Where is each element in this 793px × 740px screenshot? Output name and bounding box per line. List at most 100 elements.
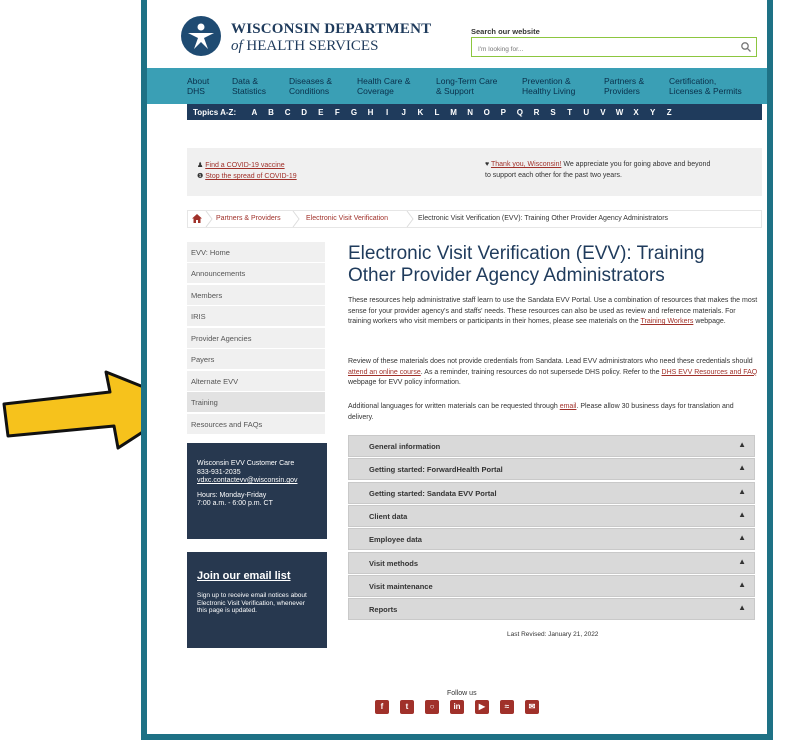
topic-letter-o[interactable]: O — [478, 108, 495, 117]
thank-you-link[interactable]: Thank you, Wisconsin! — [491, 161, 561, 168]
topic-letter-g[interactable]: G — [346, 108, 363, 117]
caret-up-icon: ▲ — [738, 463, 746, 472]
email-request-link[interactable]: email — [560, 403, 577, 410]
nav-health-care-coverage[interactable]: Health Care & Coverage — [357, 76, 410, 96]
topic-letter-l[interactable]: L — [429, 108, 446, 117]
sidebar-item-announcements[interactable]: Announcements — [187, 263, 325, 283]
topic-letter-n[interactable]: N — [462, 108, 479, 117]
sidebar-item-members[interactable]: Members — [187, 285, 325, 305]
accordion-reports[interactable]: Reports ▲ — [348, 598, 755, 620]
topic-letter-k[interactable]: K — [412, 108, 429, 117]
linkedin-icon[interactable]: in — [450, 700, 464, 714]
topic-letter-t[interactable]: T — [561, 108, 578, 117]
thanks-text-2: to support each other for the past two y… — [485, 172, 622, 179]
search-label: Search our website — [471, 27, 540, 36]
accordion-sandata-portal[interactable]: Getting started: Sandata EVV Portal ▲ — [348, 482, 755, 504]
sidebar-item-iris[interactable]: IRIS — [187, 306, 325, 326]
topic-letter-j[interactable]: J — [395, 108, 412, 117]
main-nav: About DHS Data & Statistics Diseases & Cond… — [147, 68, 767, 104]
evv-faq-link[interactable]: DHS EVV Resources and FAQ — [662, 369, 758, 376]
caret-up-icon: ▲ — [738, 440, 746, 449]
nav-long-term-care[interactable]: Long-Term Care & Support — [436, 76, 497, 96]
nav-certification[interactable]: Certification, Licenses & Permits — [669, 76, 742, 96]
accordion-visit-maintenance[interactable]: Visit maintenance ▲ — [348, 575, 755, 597]
topic-letter-w[interactable]: W — [611, 108, 628, 117]
caret-up-icon: ▲ — [738, 557, 746, 566]
crumb-partners[interactable]: Partners & Providers — [216, 215, 281, 222]
topics-az-bar: Topics A-Z: ABCDEFGHIJKLMNOPQRSTUVWXYZ — [187, 104, 762, 120]
accordion-visit-methods[interactable]: Visit methods ▲ — [348, 552, 755, 574]
care-email-link[interactable]: vdxc.contactevv@wisconsin.gov — [197, 477, 327, 486]
accordion-employee-data[interactable]: Employee data ▲ — [348, 528, 755, 550]
topic-letter-h[interactable]: H — [362, 108, 379, 117]
topic-letter-q[interactable]: Q — [512, 108, 529, 117]
care-phone[interactable]: 833-931-2035 — [197, 469, 327, 478]
topic-letter-e[interactable]: E — [312, 108, 329, 117]
sidebar-item-resources-faqs[interactable]: Resources and FAQs — [187, 414, 325, 434]
crumb-evv[interactable]: Electronic Visit Verification — [306, 215, 388, 222]
topic-letter-r[interactable]: R — [528, 108, 545, 117]
topics-label: Topics A-Z: — [193, 107, 237, 117]
nav-about-dhs[interactable]: About DHS — [187, 76, 209, 96]
topic-letter-v[interactable]: V — [595, 108, 612, 117]
info-icon: ❶ — [197, 173, 204, 180]
topic-letter-s[interactable]: S — [545, 108, 562, 117]
search-icon[interactable] — [740, 41, 752, 53]
credentials-paragraph: Review of these materials does not provi… — [348, 358, 758, 386]
brand-line-1[interactable]: WISCONSIN DEPARTMENT — [231, 21, 431, 38]
sidebar-item-alternate-evv[interactable]: Alternate EVV — [187, 371, 325, 391]
crumb-current: Electronic Visit Verification (EVV): Tra… — [418, 215, 669, 222]
youtube-icon[interactable]: ▶ — [475, 700, 489, 714]
care-hours: Hours: Monday-Friday — [197, 491, 267, 499]
topic-letter-y[interactable]: Y — [644, 108, 661, 117]
online-course-link[interactable]: attend an online course — [348, 369, 421, 376]
accordion-client-data[interactable]: Client data ▲ — [348, 505, 755, 527]
topic-letter-f[interactable]: F — [329, 108, 346, 117]
crumb-sep-icon — [205, 211, 213, 227]
stop-spread-link[interactable]: Stop the spread of COVID-19 — [205, 173, 296, 180]
caret-up-icon: ▲ — [738, 487, 746, 496]
sidebar-item-training[interactable]: Training — [187, 392, 325, 412]
sidebar-item-payers[interactable]: Payers — [187, 349, 325, 369]
topic-letter-p[interactable]: P — [495, 108, 512, 117]
topic-letter-b[interactable]: B — [263, 108, 280, 117]
nav-partners-providers[interactable]: Partners & Providers — [604, 76, 644, 96]
nav-diseases-conditions[interactable]: Diseases & Conditions — [289, 76, 332, 96]
caret-up-icon: ▲ — [738, 580, 746, 589]
covid-notice: ♟ Find a COVID-19 vaccine ❶ Stop the spr… — [187, 148, 762, 196]
care-hours-time: 7:00 a.m. - 6:00 p.m. CT — [197, 500, 273, 507]
topic-letter-x[interactable]: X — [628, 108, 645, 117]
caret-up-icon: ▲ — [738, 603, 746, 612]
search-input[interactable] — [472, 40, 722, 59]
twitter-icon[interactable]: t — [400, 700, 414, 714]
topic-letter-m[interactable]: M — [445, 108, 462, 117]
sidebar-item-provider-agencies[interactable]: Provider Agencies — [187, 328, 325, 348]
breadcrumb: Partners & Providers Electronic Visit Ve… — [187, 210, 762, 228]
search-box — [471, 37, 757, 59]
dhs-logo-icon[interactable] — [181, 16, 221, 56]
topic-letter-z[interactable]: Z — [661, 108, 678, 117]
brand-line-2[interactable]: of HEALTH SERVICES — [231, 38, 378, 55]
facebook-icon[interactable]: f — [375, 700, 389, 714]
topic-letter-u[interactable]: U — [578, 108, 595, 117]
rss-icon[interactable]: ≈ — [500, 700, 514, 714]
email-icon[interactable]: ✉ — [525, 700, 539, 714]
join-email-link[interactable]: Join our email list — [197, 570, 327, 582]
instagram-icon[interactable]: ○ — [425, 700, 439, 714]
topic-letter-d[interactable]: D — [296, 108, 313, 117]
caret-up-icon: ▲ — [738, 510, 746, 519]
nav-prevention[interactable]: Prevention & Healthy Living — [522, 76, 575, 96]
last-revised: Last Revised: January 21, 2022 — [507, 631, 599, 638]
topic-letter-c[interactable]: C — [279, 108, 296, 117]
training-workers-link[interactable]: Training Workers — [640, 318, 693, 325]
accordion-general-information[interactable]: General information ▲ — [348, 435, 755, 457]
care-title: Wisconsin EVV Customer Care — [197, 460, 295, 467]
covid-vaccine-link[interactable]: Find a COVID-19 vaccine — [205, 162, 284, 169]
nav-data-statistics[interactable]: Data & Statistics — [232, 76, 266, 96]
sidebar-item-evv-home[interactable]: EVV: Home — [187, 242, 325, 262]
email-list-card: Join our email list Sign up to receive e… — [187, 552, 327, 648]
topic-letter-a[interactable]: A — [246, 108, 263, 117]
home-icon[interactable] — [192, 214, 202, 223]
topic-letter-i[interactable]: I — [379, 108, 396, 117]
accordion-forwardhealth-portal[interactable]: Getting started: ForwardHealth Portal ▲ — [348, 458, 755, 480]
